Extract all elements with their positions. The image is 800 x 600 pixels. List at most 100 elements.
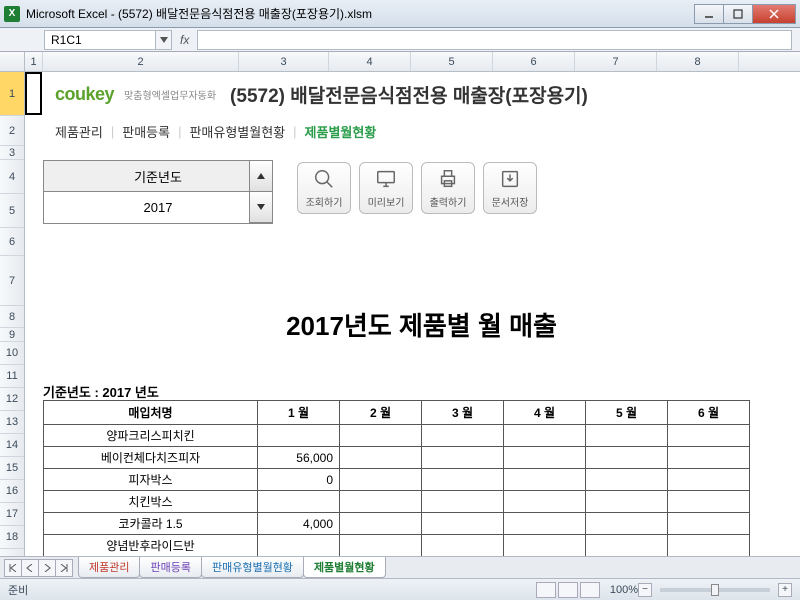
row-header[interactable]: 16: [0, 480, 24, 503]
cell-vendor[interactable]: 베이컨체다치즈피자: [44, 447, 258, 469]
row-header[interactable]: 13: [0, 411, 24, 434]
row-header[interactable]: 15: [0, 457, 24, 480]
col-header[interactable]: 3: [239, 52, 329, 71]
save-button[interactable]: 문서저장: [483, 162, 537, 214]
zoom-thumb[interactable]: [711, 584, 719, 596]
cell-vendor[interactable]: 코카콜라 1.5: [44, 513, 258, 535]
cell-value[interactable]: [340, 513, 422, 535]
cell-value[interactable]: [668, 535, 750, 557]
view-layout-button[interactable]: [558, 582, 578, 598]
col-header[interactable]: 6: [493, 52, 575, 71]
cell-value[interactable]: [340, 535, 422, 557]
cell-value[interactable]: [340, 469, 422, 491]
cell-value[interactable]: [668, 469, 750, 491]
row-header[interactable]: 7: [0, 256, 24, 306]
tab-sales-register[interactable]: 판매등록: [122, 122, 170, 141]
cell-value[interactable]: [422, 513, 504, 535]
row-header[interactable]: 9: [0, 328, 24, 342]
col-header[interactable]: 2: [43, 52, 239, 71]
row-header[interactable]: 12: [0, 388, 24, 411]
row-header[interactable]: 8: [0, 306, 24, 328]
sheet-nav-next[interactable]: [38, 559, 56, 577]
sheet-tab-active[interactable]: 제품별월현황: [303, 557, 386, 578]
zoom-slider[interactable]: [660, 588, 770, 592]
cell-vendor[interactable]: 양파크리스피치킨: [44, 425, 258, 447]
cell-value[interactable]: [504, 469, 586, 491]
cell-value[interactable]: [504, 491, 586, 513]
row-header[interactable]: 6: [0, 228, 24, 256]
cell-value[interactable]: [586, 469, 668, 491]
preview-button[interactable]: 미리보기: [359, 162, 413, 214]
cell-value[interactable]: [668, 425, 750, 447]
cell-value[interactable]: 4,000: [258, 513, 340, 535]
sheet-nav-prev[interactable]: [21, 559, 39, 577]
cell-value[interactable]: [586, 425, 668, 447]
cell-value[interactable]: [586, 535, 668, 557]
sheet-nav-first[interactable]: [4, 559, 22, 577]
view-normal-button[interactable]: [536, 582, 556, 598]
row-header[interactable]: 2: [0, 116, 24, 146]
cell-value[interactable]: [504, 447, 586, 469]
col-header[interactable]: 7: [575, 52, 657, 71]
col-header[interactable]: 1: [25, 52, 43, 71]
cell-value[interactable]: [422, 425, 504, 447]
row-header[interactable]: 5: [0, 194, 24, 228]
sheet-tab[interactable]: 판매유형별월현황: [201, 557, 304, 578]
cell-value[interactable]: 0: [258, 469, 340, 491]
row-header[interactable]: 10: [0, 342, 24, 365]
col-header[interactable]: 4: [329, 52, 411, 71]
cell-value[interactable]: [340, 491, 422, 513]
zoom-in-button[interactable]: +: [778, 583, 792, 597]
cell-value[interactable]: [422, 469, 504, 491]
cell-value[interactable]: [422, 447, 504, 469]
row-header[interactable]: 18: [0, 526, 24, 549]
select-all-corner[interactable]: [0, 52, 25, 71]
cell-value[interactable]: [340, 425, 422, 447]
search-button[interactable]: 조회하기: [297, 162, 351, 214]
row-header[interactable]: 17: [0, 503, 24, 526]
maximize-button[interactable]: [723, 4, 753, 24]
cell-value[interactable]: [504, 425, 586, 447]
cell-value[interactable]: [258, 425, 340, 447]
col-header[interactable]: 5: [411, 52, 493, 71]
cell-value[interactable]: [504, 535, 586, 557]
sheet-nav-last[interactable]: [55, 559, 73, 577]
print-button[interactable]: 출력하기: [421, 162, 475, 214]
cell-value[interactable]: [668, 447, 750, 469]
fx-icon[interactable]: fx: [180, 33, 189, 47]
year-down-button[interactable]: [249, 191, 273, 223]
row-header[interactable]: 1: [0, 72, 24, 116]
cell-grid[interactable]: coukey 맞춤형엑셀업무자동화 (5572) 배달전문음식점전용 매출장(포…: [25, 72, 800, 556]
tab-product-manage[interactable]: 제품관리: [55, 122, 103, 141]
row-header[interactable]: 14: [0, 434, 24, 457]
cell-value[interactable]: 56,000: [258, 447, 340, 469]
minimize-button[interactable]: [694, 4, 724, 24]
cell-value[interactable]: [258, 491, 340, 513]
row-header[interactable]: 11: [0, 365, 24, 388]
cell-vendor[interactable]: 피자박스: [44, 469, 258, 491]
cell-value[interactable]: [422, 535, 504, 557]
formula-input[interactable]: [197, 30, 792, 50]
cell-vendor[interactable]: 양념반후라이드반: [44, 535, 258, 557]
tab-sales-type-monthly[interactable]: 판매유형별월현황: [189, 122, 285, 141]
close-button[interactable]: [752, 4, 796, 24]
cell-value[interactable]: [586, 447, 668, 469]
name-box[interactable]: R1C1: [44, 30, 156, 50]
cell-value[interactable]: [668, 513, 750, 535]
view-pagebreak-button[interactable]: [580, 582, 600, 598]
zoom-out-button[interactable]: −: [638, 583, 652, 597]
cell-vendor[interactable]: 치킨박스: [44, 491, 258, 513]
cell-value[interactable]: [504, 513, 586, 535]
tab-product-monthly[interactable]: 제품별월현황: [305, 122, 377, 141]
cell-value[interactable]: [586, 491, 668, 513]
col-header[interactable]: 8: [657, 52, 739, 71]
sheet-tab[interactable]: 제품관리: [78, 557, 140, 578]
cell-value[interactable]: [258, 535, 340, 557]
cell-value[interactable]: [422, 491, 504, 513]
row-header[interactable]: 3: [0, 146, 24, 160]
cell-value[interactable]: [340, 447, 422, 469]
name-box-dropdown[interactable]: [156, 30, 172, 50]
cell-value[interactable]: [668, 491, 750, 513]
row-header[interactable]: 4: [0, 160, 24, 194]
sheet-tab[interactable]: 판매등록: [139, 557, 201, 578]
